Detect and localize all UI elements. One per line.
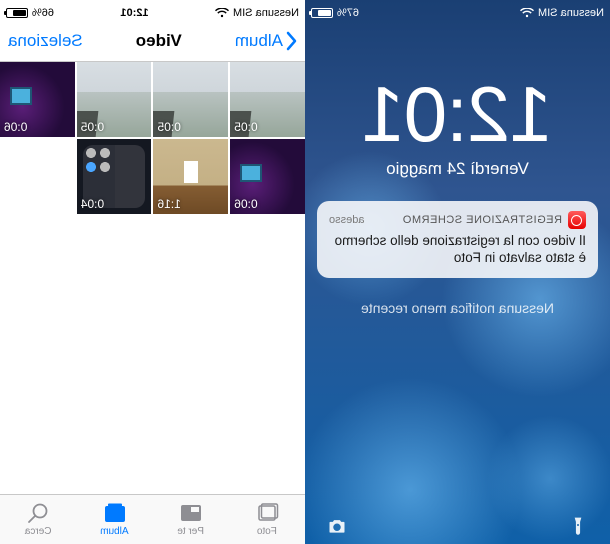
photos-app: Nessuna SIM 12:01 66% Album Video Selezi… <box>0 0 305 544</box>
tab-label: Cerca <box>25 526 52 537</box>
lock-screen: Nessuna SIM 67% 12:01 Venerdì 24 maggio … <box>305 0 610 544</box>
wifi-icon <box>520 8 534 18</box>
video-thumbnail[interactable]: 0:04 <box>77 139 152 214</box>
notification-card[interactable]: REGISTRAZIONE SCHERMO adesso Il video co… <box>317 201 598 278</box>
video-grid: 0:05 0:05 0:05 0:06 0:06 1:16 0:04 <box>0 62 305 214</box>
tab-label: Per te <box>177 526 204 537</box>
carrier-label: Nessuna SIM <box>538 7 604 19</box>
older-notifications-label: Nessuna notifica meno recente <box>305 300 610 316</box>
status-time: 12:01 <box>120 7 148 19</box>
select-button[interactable]: Seleziona <box>8 31 83 51</box>
tab-search[interactable]: Cerca <box>0 495 76 544</box>
back-label: Album <box>235 31 283 51</box>
tab-label: Album <box>100 526 128 537</box>
tab-photos[interactable]: Foto <box>229 495 305 544</box>
tab-albums[interactable]: Album <box>76 495 152 544</box>
video-duration: 1:16 <box>158 197 181 211</box>
video-duration: 0:05 <box>234 120 257 134</box>
albums-tab-icon <box>101 502 127 524</box>
video-duration: 0:06 <box>234 197 257 211</box>
battery-icon <box>6 8 28 18</box>
search-tab-icon <box>25 502 51 524</box>
recording-app-icon <box>568 211 586 229</box>
battery-icon <box>311 8 333 18</box>
video-thumbnail[interactable]: 0:06 <box>230 139 305 214</box>
battery-percent: 66% <box>32 7 54 19</box>
camera-icon[interactable] <box>327 516 347 536</box>
carrier-label: Nessuna SIM <box>233 7 299 19</box>
status-bar: Nessuna SIM 67% <box>305 0 610 20</box>
lock-clock: 12:01 <box>305 75 610 153</box>
video-duration: 0:05 <box>81 120 104 134</box>
video-thumbnail[interactable]: 1:16 <box>154 139 229 214</box>
tab-label: Foto <box>257 526 277 537</box>
video-duration: 0:06 <box>4 120 27 134</box>
nav-bar: Album Video Seleziona <box>0 20 305 62</box>
tab-bar: Foto Per te Album Cerca <box>0 494 305 544</box>
lock-date: Venerdì 24 maggio <box>305 159 610 179</box>
video-thumbnail[interactable]: 0:05 <box>77 62 152 137</box>
video-thumbnail[interactable]: 0:06 <box>0 62 75 137</box>
video-thumbnail[interactable]: 0:05 <box>230 62 305 137</box>
foryou-tab-icon <box>178 502 204 524</box>
video-thumbnail[interactable]: 0:05 <box>154 62 229 137</box>
video-duration: 0:04 <box>81 197 104 211</box>
notification-time: adesso <box>329 214 364 226</box>
photos-tab-icon <box>254 502 280 524</box>
tab-foryou[interactable]: Per te <box>153 495 229 544</box>
chevron-left-icon <box>285 31 297 51</box>
nav-title: Video <box>136 31 182 51</box>
notification-body: Il video con la registrazione dello sche… <box>329 233 586 267</box>
video-duration: 0:05 <box>158 120 181 134</box>
back-button[interactable]: Album <box>235 31 297 51</box>
notification-app-name: REGISTRAZIONE SCHERMO <box>370 214 562 226</box>
wifi-icon <box>215 8 229 18</box>
flashlight-icon[interactable] <box>568 516 588 536</box>
status-bar: Nessuna SIM 12:01 66% <box>0 0 305 20</box>
battery-percent: 67% <box>337 7 359 19</box>
